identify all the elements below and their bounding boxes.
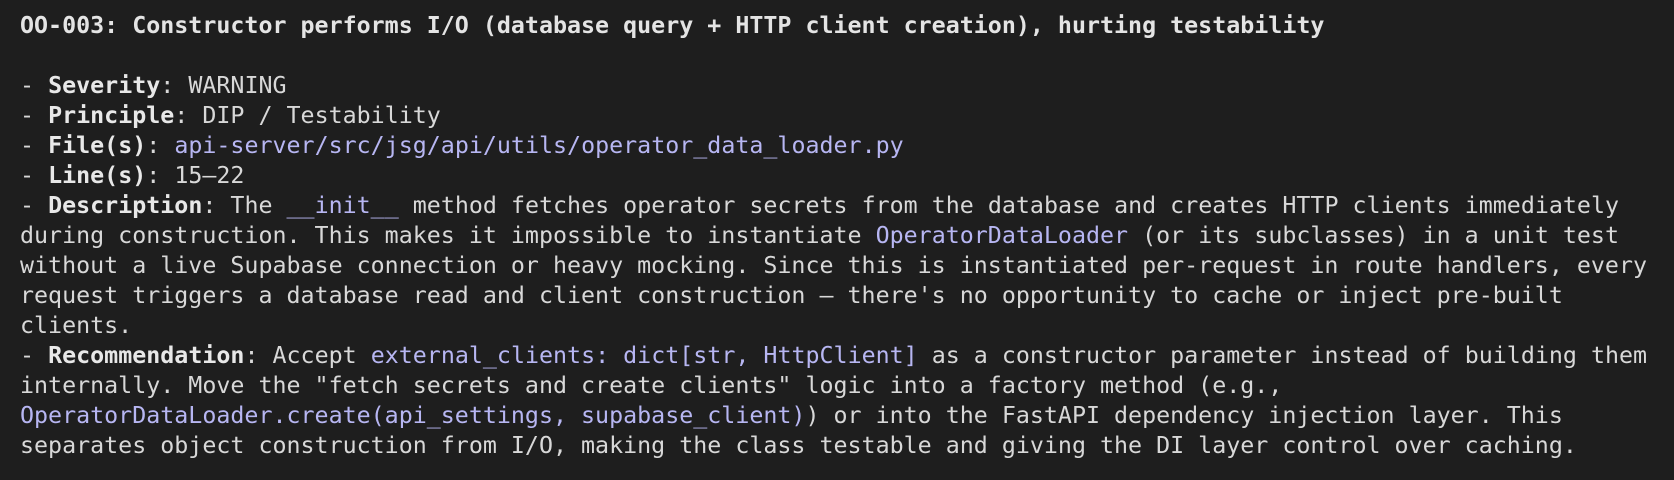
- principle-value: DIP / Testability: [202, 102, 441, 129]
- separator: :: [244, 342, 273, 369]
- separator: :: [202, 192, 231, 219]
- file-path[interactable]: api-server/src/jsg/api/utils/operator_da…: [174, 132, 903, 159]
- separator: :: [160, 72, 189, 99]
- separator: :: [146, 162, 175, 189]
- param-signature-code: external_clients: dict[str, HttpClient]: [370, 342, 918, 369]
- files-row: - File(s): api-server/src/jsg/api/utils/…: [20, 131, 1674, 161]
- description-text: (or its subclasses) in a unit test: [1128, 222, 1619, 249]
- severity-row: - Severity: WARNING: [20, 71, 1674, 101]
- bullet: -: [20, 102, 49, 129]
- files-label: File(s): [48, 132, 147, 159]
- init-method-code: __init__: [286, 192, 399, 219]
- separator: :: [174, 102, 203, 129]
- description-line-2: during construction. This makes it impos…: [20, 221, 1674, 251]
- recommendation-line-3: OperatorDataLoader.create(api_settings, …: [20, 401, 1674, 431]
- recommendation-label: Recommendation: [48, 342, 245, 369]
- description-text: during construction. This makes it impos…: [20, 222, 876, 249]
- recommendation-text: ) or into the FastAPI dependency injecti…: [805, 402, 1563, 429]
- principle-row: - Principle: DIP / Testability: [20, 101, 1674, 131]
- recommendation-text: Accept: [272, 342, 371, 369]
- description-text: method fetches operator secrets from the…: [398, 192, 1620, 219]
- separator: :: [146, 132, 175, 159]
- description-line-1: - Description: The __init__ method fetch…: [20, 191, 1674, 221]
- factory-method-code: OperatorDataLoader.create(api_settings, …: [20, 402, 806, 429]
- recommendation-text: as a constructor parameter instead of bu…: [917, 342, 1648, 369]
- bullet: -: [20, 162, 49, 189]
- description-line-5: clients.: [20, 312, 133, 339]
- description-line-4: request triggers a database read and cli…: [20, 282, 1563, 309]
- terminal-output: OO-003: Constructor performs I/O (databa…: [0, 0, 1674, 480]
- bullet: -: [20, 132, 49, 159]
- lines-value: 15–22: [174, 162, 245, 189]
- bullet: -: [20, 192, 49, 219]
- description-label: Description: [48, 192, 203, 219]
- recommendation-line-2: internally. Move the "fetch secrets and …: [20, 372, 1283, 399]
- principle-label: Principle: [48, 102, 175, 129]
- finding-title: OO-003: Constructor performs I/O (databa…: [20, 12, 1325, 39]
- severity-value: WARNING: [188, 72, 287, 99]
- description-line-3: without a live Supabase connection or he…: [20, 252, 1648, 279]
- class-name-code: OperatorDataLoader: [875, 222, 1129, 249]
- recommendation-line-4: separates object construction from I/O, …: [20, 432, 1577, 459]
- severity-label: Severity: [48, 72, 161, 99]
- lines-label: Line(s): [48, 162, 147, 189]
- bullet: -: [20, 342, 49, 369]
- bullet: -: [20, 72, 49, 99]
- description-text: The: [230, 192, 287, 219]
- lines-row: - Line(s): 15–22: [20, 161, 1674, 191]
- recommendation-line-1: - Recommendation: Accept external_client…: [20, 341, 1674, 371]
